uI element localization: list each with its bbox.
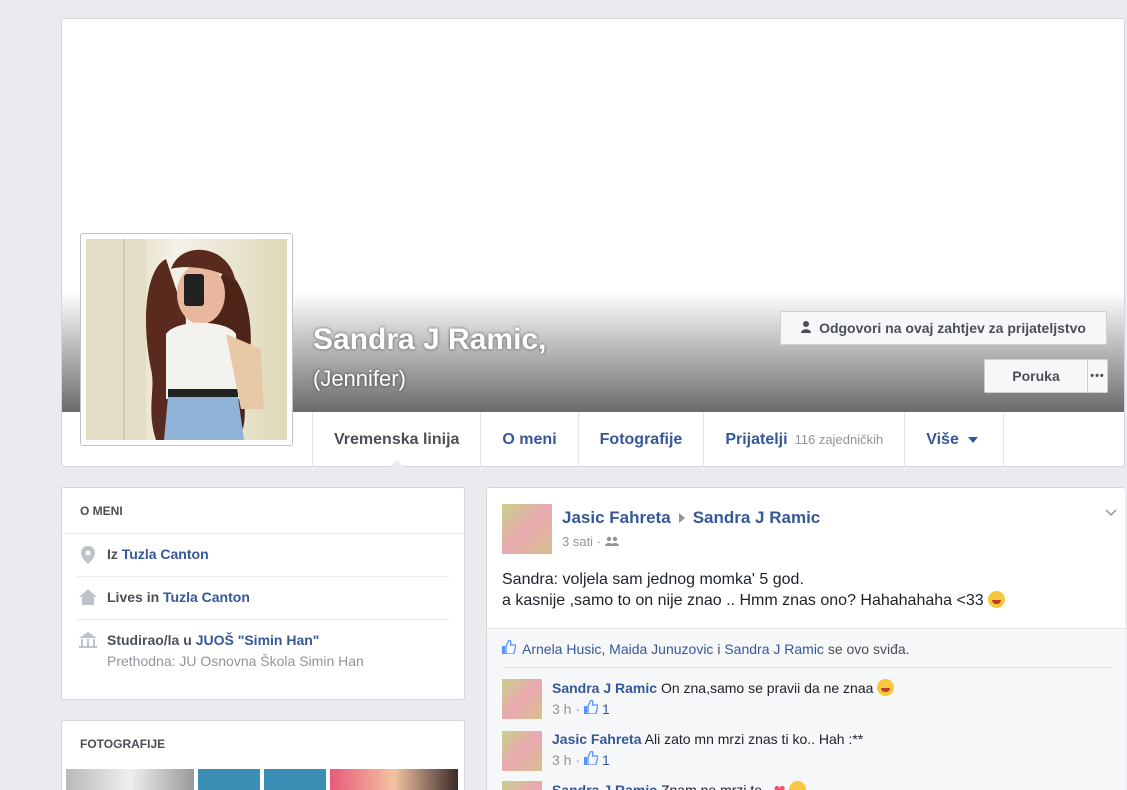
post-options-chevron-icon[interactable]: [1105, 504, 1117, 520]
tab-timeline[interactable]: Vremenska linija: [312, 412, 480, 468]
hometown-prefix: Iz: [107, 546, 122, 562]
comment-item: Sandra J Ramic Znam ne mrzi te.. ❤: [502, 781, 807, 790]
location-pin-icon: [79, 546, 97, 564]
comment-item: Jasic Fahreta Ali zato mn mrzi znas ti k…: [502, 731, 863, 771]
comment-like-count[interactable]: 1: [602, 752, 610, 768]
friends-audience-icon[interactable]: [605, 534, 620, 549]
likers-separator: ,: [601, 640, 606, 657]
tab-timeline-label: Vremenska linija: [334, 430, 460, 448]
education-link[interactable]: JUOŠ "Simin Han": [196, 632, 320, 648]
liker-link[interactable]: Sandra J Ramic: [724, 641, 824, 657]
photo-thumbnail[interactable]: [198, 769, 326, 790]
profile-photo: [86, 239, 287, 440]
post-author-link[interactable]: Jasic Fahreta: [562, 508, 671, 528]
post-target-link[interactable]: Sandra J Ramic: [693, 508, 821, 528]
heart-icon: ❤: [773, 782, 786, 790]
wink-emoji-icon: [877, 679, 895, 696]
about-card: O MENI Iz Tuzla Canton Lives in Tuzla Ca…: [61, 487, 465, 700]
photos-grid: [66, 769, 458, 790]
smile-emoji-icon: [789, 781, 807, 790]
more-dots-icon: •••: [1090, 370, 1105, 382]
about-title: O MENI: [62, 488, 464, 534]
tab-photos-label: Fotografije: [599, 430, 683, 448]
tab-more-label: Više: [926, 430, 959, 448]
commenter-name[interactable]: Sandra J Ramic: [552, 782, 657, 790]
post-body: Sandra: voljela sam jednog momka' 5 god.…: [502, 569, 1006, 611]
comment-time[interactable]: 3 h ·: [552, 752, 580, 768]
tab-photos[interactable]: Fotografije: [577, 412, 704, 467]
comment-like-icon[interactable]: [584, 699, 599, 717]
respond-friend-request-button[interactable]: Odgovori na ovaj zahtjev za prijateljstv…: [780, 311, 1107, 345]
home-icon: [79, 589, 97, 607]
comment-like-icon[interactable]: [584, 750, 599, 768]
more-options-button[interactable]: •••: [1087, 359, 1108, 393]
about-education: Studirao/la u JUOŠ "Simin Han" Prethodna…: [77, 620, 449, 681]
photo-thumbnail[interactable]: [330, 769, 458, 790]
commenter-avatar[interactable]: [502, 731, 542, 771]
liker-link[interactable]: Arnela Husic: [522, 641, 601, 657]
post-text-line: a kasnije ,samo to on nije znao .. Hmm z…: [502, 592, 984, 609]
mutual-friends-count: 116 zajedničkih: [794, 432, 884, 447]
likers-conjunction: i: [717, 640, 721, 657]
message-button[interactable]: Poruka: [984, 359, 1088, 393]
timeline-post: Jasic Fahreta Sandra J Ramic 3 sati · Sa…: [486, 487, 1126, 790]
comment-time[interactable]: 3 h ·: [552, 701, 580, 717]
commenter-avatar[interactable]: [502, 781, 542, 790]
likers-suffix: se ovo sviđa.: [827, 640, 910, 657]
post-text-line: Sandra: voljela sam jednog momka' 5 god.: [502, 571, 804, 588]
post-likes-summary: Arnela Husic, Maida Junuzovic i Sandra J…: [502, 629, 1111, 668]
comment-text: Znam ne mrzi te..: [660, 782, 770, 790]
photo-thumbnail[interactable]: [66, 769, 194, 790]
education-previous: Prethodna: JU Osnovna Škola Simin Han: [107, 653, 364, 669]
arrow-right-icon: [678, 513, 685, 523]
comment-like-count[interactable]: 1: [602, 701, 610, 717]
profile-header: Sandra J Ramic, (Jennifer) Odgovori na o…: [61, 18, 1125, 468]
caret-down-icon: [967, 436, 978, 443]
commenter-name[interactable]: Sandra J Ramic: [552, 680, 657, 696]
photos-card: FOTOGRAFIJE: [61, 720, 465, 790]
tab-about-label: O meni: [502, 430, 557, 448]
commenter-avatar[interactable]: [502, 679, 542, 719]
wink-emoji-icon: [988, 591, 1006, 608]
comment-meta: 3 h · 1: [552, 699, 894, 717]
liker-link[interactable]: Maida Junuzovic: [609, 641, 713, 657]
like-thumb-icon: [502, 639, 517, 657]
photos-title: FOTOGRAFIJE: [80, 737, 166, 751]
comment-text: On zna,samo se pravii da ne znaa: [660, 680, 874, 696]
tab-friends-label: Prijatelji: [725, 430, 788, 448]
about-hometown: Iz Tuzla Canton: [77, 534, 449, 577]
tab-friends[interactable]: Prijatelji 116 zajedničkih: [703, 412, 904, 467]
respond-friend-request-label: Odgovori na ovaj zahtjev za prijateljstv…: [819, 320, 1086, 336]
post-time-text[interactable]: 3 sati ·: [562, 534, 601, 549]
post-timestamp: 3 sati ·: [562, 534, 620, 549]
hometown-link[interactable]: Tuzla Canton: [122, 546, 209, 562]
comment-text: Ali zato mn mrzi znas ti ko.. Hah :**: [644, 731, 864, 747]
tab-more[interactable]: Više: [904, 412, 1005, 467]
profile-alternate-name: (Jennifer): [313, 366, 406, 391]
current-city-prefix: Lives in: [107, 589, 164, 605]
profile-tabs: Vremenska linija O meni Fotografije Prij…: [312, 412, 1005, 468]
education-prefix: Studirao/la u: [107, 632, 196, 648]
current-city-link[interactable]: Tuzla Canton: [163, 589, 250, 605]
profile-picture[interactable]: [80, 233, 293, 446]
add-friend-icon: [801, 320, 813, 336]
about-current-city: Lives in Tuzla Canton: [77, 577, 449, 620]
profile-name[interactable]: Sandra J Ramic,: [313, 323, 546, 357]
post-feedback-section: Arnela Husic, Maida Junuzovic i Sandra J…: [487, 628, 1126, 790]
post-author-avatar[interactable]: [502, 504, 552, 554]
comment-meta: 3 h · 1: [552, 750, 863, 768]
school-icon: [79, 632, 97, 650]
commenter-name[interactable]: Jasic Fahreta: [552, 731, 642, 747]
post-header: Jasic Fahreta Sandra J Ramic: [562, 508, 820, 528]
comment-item: Sandra J Ramic On zna,samo se pravii da …: [502, 679, 895, 719]
tab-about[interactable]: O meni: [480, 412, 577, 467]
